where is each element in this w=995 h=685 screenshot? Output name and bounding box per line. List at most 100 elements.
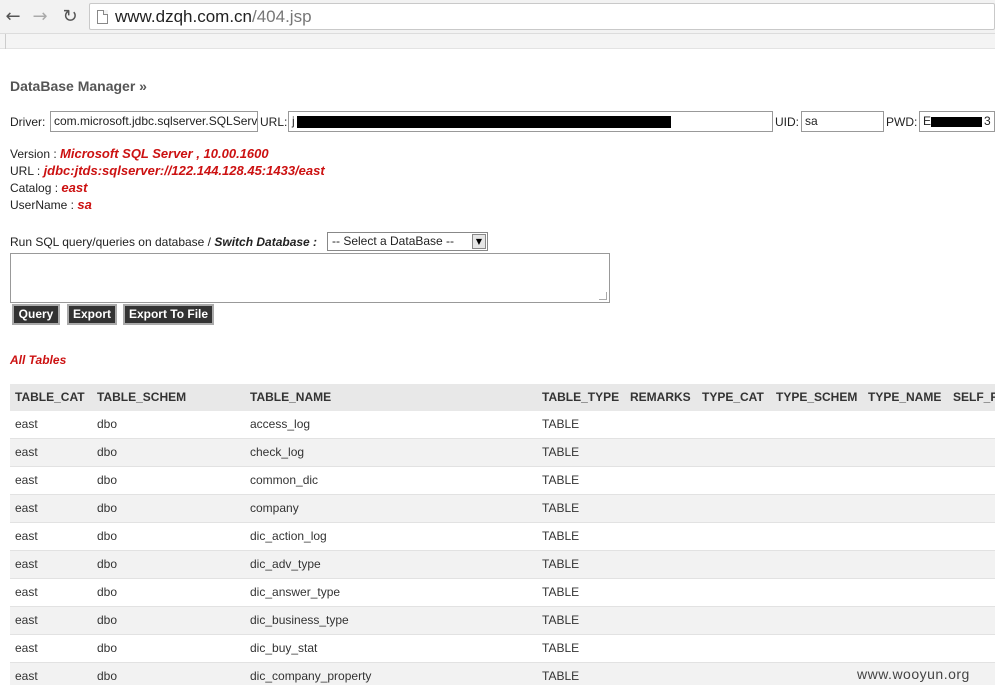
database-select[interactable]: -- Select a DataBase -- ▼	[327, 232, 488, 251]
pwd-label: PWD:	[886, 115, 918, 129]
column-header[interactable]: TYPE_NAME	[868, 384, 941, 411]
table-cell: east	[15, 445, 38, 459]
table-cell: dic_buy_stat	[250, 641, 318, 655]
table-cell: access_log	[250, 417, 311, 431]
chevron-down-icon[interactable]: ▼	[472, 234, 486, 249]
table-cell: east	[15, 585, 38, 599]
table-row: east dbo dic_buy_stat TABLE	[10, 635, 995, 663]
table-cell: dbo	[97, 473, 118, 487]
connection-row: Driver: com.microsoft.jdbc.sqlserver.SQL…	[10, 111, 995, 133]
pwd-value-end: 3	[984, 114, 991, 128]
table-cell: dbo	[97, 641, 118, 655]
column-header[interactable]: SELF_R	[953, 384, 995, 411]
version-label: Version :	[10, 147, 61, 161]
url-text: www.dzqh.com.cn/404.jsp	[115, 7, 312, 27]
switch-database-label: Switch Database :	[214, 235, 318, 249]
back-arrow-icon[interactable]: ←	[2, 6, 24, 28]
column-header[interactable]: TYPE_SCHEM	[776, 384, 857, 411]
uid-label: UID:	[775, 115, 799, 129]
page-top-strip-divider	[0, 34, 6, 49]
export-button[interactable]: Export	[67, 304, 117, 325]
column-header[interactable]: TABLE_CAT	[15, 384, 85, 411]
redaction-bar	[297, 116, 671, 128]
column-header[interactable]: REMARKS	[630, 384, 691, 411]
database-select-value: -- Select a DataBase --	[332, 234, 455, 248]
table-cell: TABLE	[542, 613, 580, 627]
tables-grid: TABLE_CAT TABLE_SCHEM TABLE_NAME TABLE_T…	[10, 384, 995, 685]
table-cell: dic_action_log	[250, 529, 327, 543]
browser-toolbar: ← → ↻ www.dzqh.com.cn/404.jsp	[0, 0, 995, 34]
table-cell: TABLE	[542, 417, 580, 431]
table-row: east dbo dic_action_log TABLE	[10, 523, 995, 551]
table-row: east dbo check_log TABLE	[10, 439, 995, 467]
table-cell: TABLE	[542, 445, 580, 459]
catalog-label: Catalog :	[10, 181, 62, 195]
address-bar[interactable]: www.dzqh.com.cn/404.jsp	[89, 3, 995, 30]
table-cell: dic_business_type	[250, 613, 349, 627]
table-row: east dbo access_log TABLE	[10, 411, 995, 439]
username-line: UserName : sa	[10, 197, 92, 212]
export-to-file-button[interactable]: Export To File	[123, 304, 214, 325]
table-cell: east	[15, 473, 38, 487]
table-cell: TABLE	[542, 557, 580, 571]
table-cell: TABLE	[542, 529, 580, 543]
sql-query-textarea[interactable]	[10, 253, 610, 303]
query-button[interactable]: Query	[12, 304, 60, 325]
table-cell: dbo	[97, 417, 118, 431]
table-cell: dbo	[97, 529, 118, 543]
column-header[interactable]: TABLE_TYPE	[542, 384, 619, 411]
page-title: DataBase Manager »	[10, 78, 147, 94]
url-info-value: jdbc:jtds:sqlserver://122.144.128.45:143…	[43, 163, 325, 178]
url-label: URL:	[260, 115, 288, 129]
url-input[interactable]: j	[288, 111, 773, 132]
table-cell: check_log	[250, 445, 305, 459]
table-cell: dbo	[97, 445, 118, 459]
table-cell: east	[15, 501, 38, 515]
driver-input[interactable]: com.microsoft.jdbc.sqlserver.SQLServerDr…	[50, 111, 258, 132]
resize-grip-icon[interactable]	[599, 292, 607, 300]
sql-prompt-text: Run SQL query/queries on database /	[10, 235, 215, 249]
forward-arrow-icon[interactable]: →	[29, 6, 51, 28]
url-host: www.dzqh.com.cn	[115, 7, 252, 26]
table-cell: TABLE	[542, 585, 580, 599]
catalog-line: Catalog : east	[10, 180, 87, 195]
url-path: /404.jsp	[252, 7, 312, 26]
table-row: east dbo dic_company_property TABLE	[10, 663, 995, 685]
table-header-row: TABLE_CAT TABLE_SCHEM TABLE_NAME TABLE_T…	[10, 384, 995, 411]
table-row: east dbo dic_answer_type TABLE	[10, 579, 995, 607]
redaction-bar	[931, 117, 982, 127]
table-cell: east	[15, 613, 38, 627]
column-header[interactable]: TABLE_SCHEM	[97, 384, 186, 411]
pwd-input[interactable]: E 3	[919, 111, 995, 132]
column-header[interactable]: TYPE_CAT	[702, 384, 764, 411]
username-label: UserName :	[10, 198, 78, 212]
table-cell: east	[15, 417, 38, 431]
pwd-value-start: E	[923, 114, 932, 128]
url-input-value: j	[292, 114, 295, 128]
table-cell: dbo	[97, 669, 118, 683]
table-cell: dic_answer_type	[250, 585, 341, 599]
table-cell: dic_adv_type	[250, 557, 321, 571]
reload-icon[interactable]: ↻	[59, 6, 81, 28]
username-value: sa	[77, 197, 92, 212]
table-cell: TABLE	[542, 669, 580, 683]
table-cell: east	[15, 529, 38, 543]
table-row: east dbo dic_business_type TABLE	[10, 607, 995, 635]
sql-prompt: Run SQL query/queries on database / Swit…	[10, 235, 317, 249]
table-cell: TABLE	[542, 501, 580, 515]
version-line: Version : Microsoft SQL Server , 10.00.1…	[10, 146, 269, 161]
table-cell: common_dic	[250, 473, 319, 487]
table-cell: TABLE	[542, 473, 580, 487]
page-icon	[97, 10, 108, 24]
all-tables-heading: All Tables	[10, 353, 67, 367]
column-header[interactable]: TABLE_NAME	[250, 384, 331, 411]
uid-input[interactable]: sa	[801, 111, 884, 132]
url-info-label: URL :	[10, 164, 44, 178]
table-cell: dbo	[97, 585, 118, 599]
table-row: east dbo common_dic TABLE	[10, 467, 995, 495]
table-cell: dic_company_property	[250, 669, 372, 683]
version-value: Microsoft SQL Server , 10.00.1600	[60, 146, 269, 161]
table-cell: east	[15, 557, 38, 571]
table-cell: east	[15, 669, 38, 683]
table-cell: dbo	[97, 557, 118, 571]
